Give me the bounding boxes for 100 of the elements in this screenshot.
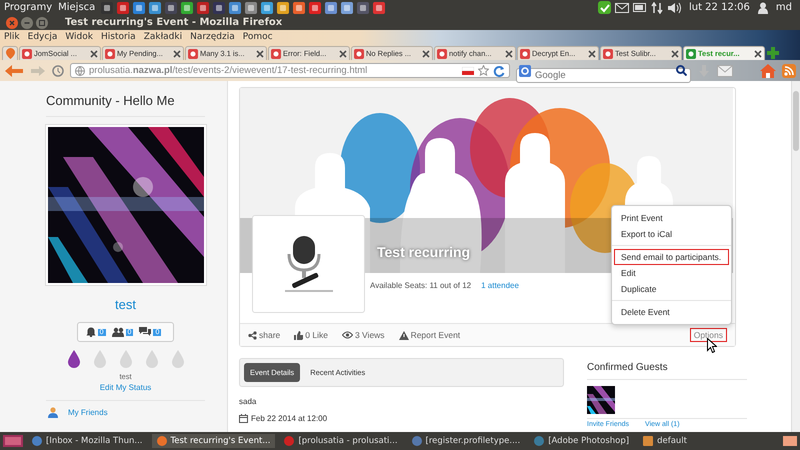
launcher-icon[interactable] xyxy=(293,2,306,14)
close-icon[interactable] xyxy=(173,50,181,58)
close-icon[interactable] xyxy=(6,16,18,28)
taskbar-item[interactable]: default xyxy=(638,434,692,448)
page-icon xyxy=(520,48,530,58)
user-icon[interactable] xyxy=(758,2,768,14)
new-tab-icon[interactable] xyxy=(766,46,780,60)
page-icon xyxy=(603,48,613,58)
action-link[interactable]: Report Event xyxy=(398,330,460,340)
launcher-icon[interactable] xyxy=(213,2,226,14)
menu-item[interactable]: Historia xyxy=(100,32,136,42)
map-pin-icon xyxy=(6,48,14,59)
date-text: Feb 22 2014 at 12:00 xyxy=(251,414,328,423)
search-icon[interactable] xyxy=(676,65,687,76)
minimize-icon[interactable] xyxy=(21,16,33,28)
launcher-icon[interactable] xyxy=(229,2,242,14)
clock[interactable]: lut 22 12:06 xyxy=(688,2,750,13)
close-icon[interactable] xyxy=(256,50,264,58)
launcher-icon[interactable] xyxy=(117,2,130,14)
launcher-icon[interactable] xyxy=(373,2,386,14)
close-icon[interactable] xyxy=(422,50,430,58)
close-icon[interactable] xyxy=(90,50,98,58)
search-engine-icon[interactable] xyxy=(519,64,531,76)
launcher-icon[interactable] xyxy=(197,2,210,14)
menu-item[interactable]: Send email to participants. xyxy=(614,249,729,265)
launcher-icon[interactable] xyxy=(133,2,146,14)
launcher-icon[interactable] xyxy=(149,2,162,14)
launcher-icon[interactable] xyxy=(341,2,354,14)
menu-item[interactable]: Print Event xyxy=(614,210,729,226)
taskbar-item[interactable]: [Inbox - Mozilla Thun... xyxy=(27,434,148,448)
menu-item[interactable]: Widok xyxy=(65,32,93,42)
taskbar-item[interactable]: [prolusatia - prolusati... xyxy=(279,434,403,448)
launcher-icon[interactable] xyxy=(101,2,114,14)
menu-item[interactable]: Edycja xyxy=(28,32,58,42)
drop-icon xyxy=(94,350,106,368)
menu-item[interactable]: Narzędzia xyxy=(190,32,235,42)
search-field[interactable]: Google xyxy=(516,68,691,83)
launcher-icon[interactable] xyxy=(325,2,338,14)
warning-icon xyxy=(398,330,409,340)
maximize-icon[interactable] xyxy=(36,16,48,28)
close-icon[interactable] xyxy=(505,50,513,58)
page-icon xyxy=(686,48,696,58)
app-icon xyxy=(32,436,42,446)
panel-menu[interactable]: Programy xyxy=(4,2,52,13)
address-bar[interactable]: prolusatia.nazwa.pl/test/events-2/viewevent/17-test-recurring.html xyxy=(70,63,510,78)
users-icon[interactable] xyxy=(112,327,124,337)
guests-title: Confirmed Guests xyxy=(587,358,747,380)
taskbar-item[interactable]: Test recurring's Event... xyxy=(152,434,276,448)
launcher-icon[interactable] xyxy=(261,2,274,14)
user-name[interactable]: md xyxy=(776,2,792,13)
taskbar-item[interactable]: [register.profiletype.... xyxy=(406,434,526,448)
history-icon[interactable] xyxy=(52,64,64,76)
bell-icon[interactable] xyxy=(86,327,96,337)
calendar-icon xyxy=(239,414,248,423)
menu-item[interactable]: Zakładki xyxy=(144,32,182,42)
eye-icon xyxy=(342,331,353,339)
panel-menu[interactable]: Miejsca xyxy=(58,2,96,13)
volume-icon[interactable] xyxy=(666,2,681,14)
check-icon[interactable] xyxy=(598,1,611,14)
window-title: Test recurring's Event - Mozilla Firefox xyxy=(65,17,282,28)
chat-icon[interactable] xyxy=(139,327,152,337)
drop-icon xyxy=(146,350,158,368)
launcher-icon[interactable] xyxy=(277,2,290,14)
menu-item[interactable]: Export to iCal xyxy=(614,226,729,242)
launcher-icon[interactable] xyxy=(245,2,258,14)
menu-item[interactable]: Edit xyxy=(614,265,729,281)
launcher-icon[interactable] xyxy=(181,2,194,14)
drop-icon xyxy=(120,350,132,368)
close-icon[interactable] xyxy=(754,50,762,58)
network-icon[interactable] xyxy=(650,2,663,14)
close-icon[interactable] xyxy=(671,50,679,58)
page-icon xyxy=(22,48,32,58)
app-icon xyxy=(643,436,654,446)
rss-icon[interactable] xyxy=(782,64,796,78)
app-icon xyxy=(156,436,166,446)
launcher-icon[interactable] xyxy=(165,2,178,14)
menu-item[interactable]: Duplicate xyxy=(614,281,729,297)
drop-icon xyxy=(172,350,184,368)
menu-item[interactable]: Pomoc xyxy=(242,32,273,42)
taskbar-item[interactable]: [Adobe Photoshop] xyxy=(529,434,634,448)
close-icon[interactable] xyxy=(588,50,596,58)
action-link[interactable]: share xyxy=(248,330,280,340)
launcher-icon[interactable] xyxy=(357,2,370,14)
battery-icon[interactable] xyxy=(632,3,647,12)
edit-status-link[interactable]: Edit My Status xyxy=(100,383,152,392)
my-friends-link[interactable]: My Friends xyxy=(68,408,108,417)
attendee-link[interactable]: 1 attendee xyxy=(481,281,519,323)
scrollbar[interactable] xyxy=(791,81,800,432)
home-icon[interactable] xyxy=(760,64,776,78)
app-icon xyxy=(534,436,544,446)
reload-icon[interactable] xyxy=(493,64,505,76)
action-link[interactable]: 3 Views xyxy=(342,330,385,340)
action-link[interactable]: 0 Like xyxy=(294,330,328,340)
menu-item[interactable]: Plik xyxy=(4,32,20,42)
bookmark-star-icon[interactable] xyxy=(478,65,489,76)
seats-text: Available Seats: 11 out of 12 xyxy=(370,281,472,292)
close-icon[interactable] xyxy=(339,50,347,58)
menu-item[interactable]: Delete Event xyxy=(614,304,729,320)
launcher-icon[interactable] xyxy=(309,2,322,14)
drop-icon xyxy=(68,350,80,368)
